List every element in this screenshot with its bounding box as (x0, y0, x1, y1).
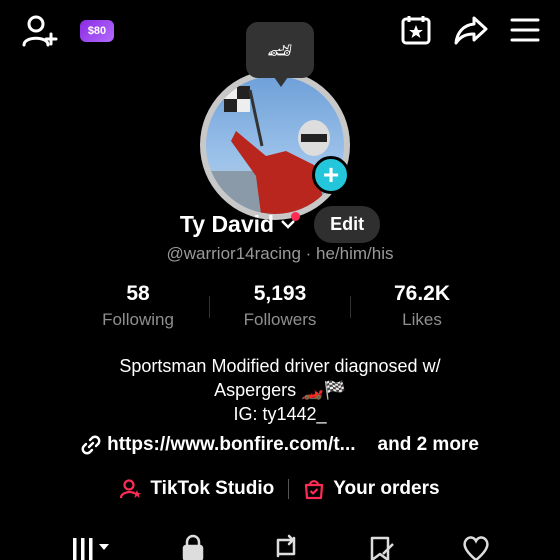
bio-line: IG: ty1442_ (233, 404, 327, 424)
coin-badge[interactable]: $80 (80, 20, 114, 42)
bio-line: Sportsman Modified driver diagnosed w/ (119, 356, 441, 376)
link-icon (81, 435, 101, 455)
avatar[interactable] (200, 70, 350, 220)
stat-following[interactable]: 58 Following (67, 282, 209, 330)
bio: Sportsman Modified driver diagnosed w/ A… (0, 354, 560, 426)
repost-tab-icon[interactable] (271, 534, 301, 560)
profile-name: Ty David (179, 210, 275, 237)
action-separator (288, 479, 290, 499)
avatar-photo (206, 76, 344, 214)
add-user-icon[interactable] (22, 14, 58, 48)
story-bubble[interactable]: 🏎 (246, 22, 314, 87)
stat-label: Following (102, 310, 174, 329)
more-links[interactable]: and 2 more (378, 434, 479, 456)
your-orders-link[interactable]: Your orders (333, 478, 439, 500)
saved-tab-icon[interactable] (367, 534, 395, 560)
stat-label: Followers (243, 310, 317, 329)
orders-icon (303, 478, 325, 500)
bio-link-row[interactable]: https://www.bonfire.com/t... and 2 more (0, 434, 560, 456)
stat-divider (209, 296, 210, 318)
tiktok-studio-link[interactable]: TikTok Studio (150, 478, 274, 500)
stat-value: 58 (126, 282, 150, 305)
race-car-icon: 🏎 (267, 39, 293, 62)
stat-label: Likes (402, 310, 442, 329)
stat-likes[interactable]: 76.2K Likes (351, 282, 493, 330)
studio-icon (120, 478, 142, 500)
edit-button[interactable]: Edit (314, 205, 381, 243)
calendar-star-icon[interactable] (400, 14, 432, 46)
notification-dot (291, 212, 301, 221)
coin-label: $80 (87, 25, 107, 37)
lock-tab-icon[interactable] (181, 534, 205, 560)
share-arrow-icon[interactable] (454, 15, 488, 45)
stat-followers[interactable]: 5,193 Followers (209, 282, 351, 330)
chevron-down-icon[interactable] (280, 212, 301, 230)
stat-value: 5,193 (253, 282, 307, 305)
bio-link[interactable]: https://www.bonfire.com/t... (107, 434, 355, 456)
add-story-button[interactable]: + (312, 156, 350, 194)
username-pronouns: @warrior14racing · he/him/his (166, 244, 394, 263)
stat-value: 76.2K (393, 282, 451, 305)
menu-icon[interactable] (510, 17, 540, 43)
grid-tab-icon[interactable] (69, 534, 115, 560)
bio-line: Aspergers 🏎️🏁 (214, 380, 346, 400)
heart-tab-icon[interactable] (461, 534, 491, 560)
